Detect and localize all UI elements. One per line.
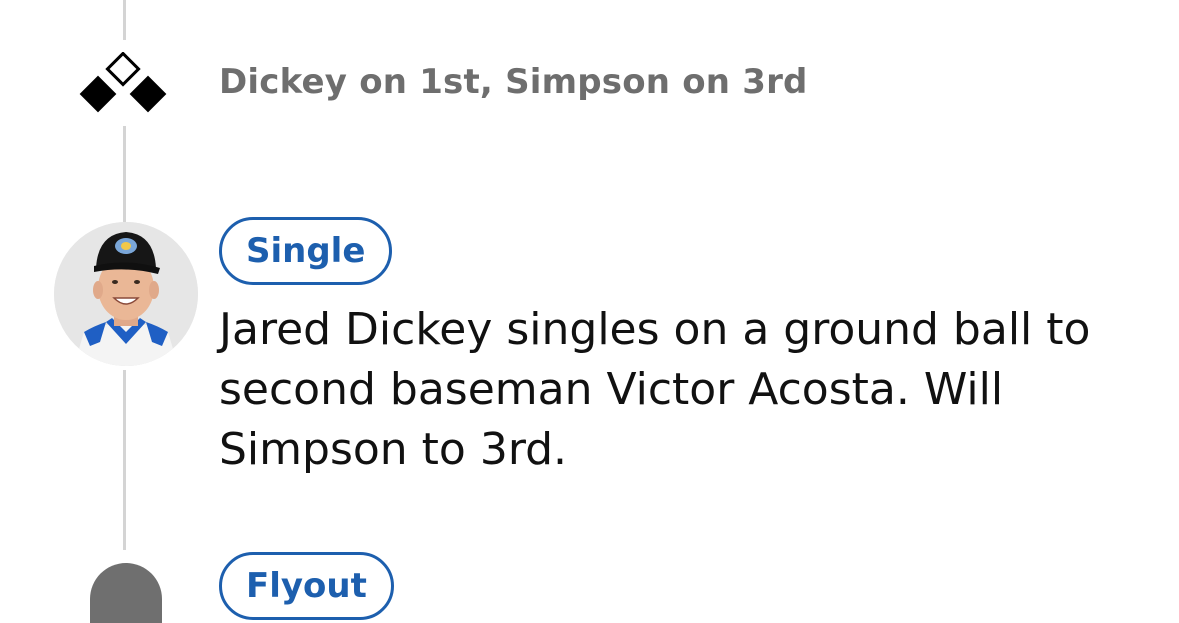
timeline-line	[123, 370, 126, 550]
play-description: Jared Dickey singles on a ground ball to…	[219, 304, 1091, 475]
player-headshot-image	[54, 222, 198, 366]
timeline-line	[123, 0, 126, 40]
play-type-tag[interactable]: Flyout	[219, 552, 394, 620]
runners-on-base-text: Dickey on 1st, Simpson on 3rd	[219, 62, 808, 102]
timeline-line	[123, 126, 126, 222]
play-type-tag[interactable]: Single	[219, 217, 393, 285]
player-avatar[interactable]	[90, 563, 162, 623]
player-avatar[interactable]	[54, 222, 198, 366]
bases-diamond-icon	[79, 52, 167, 113]
